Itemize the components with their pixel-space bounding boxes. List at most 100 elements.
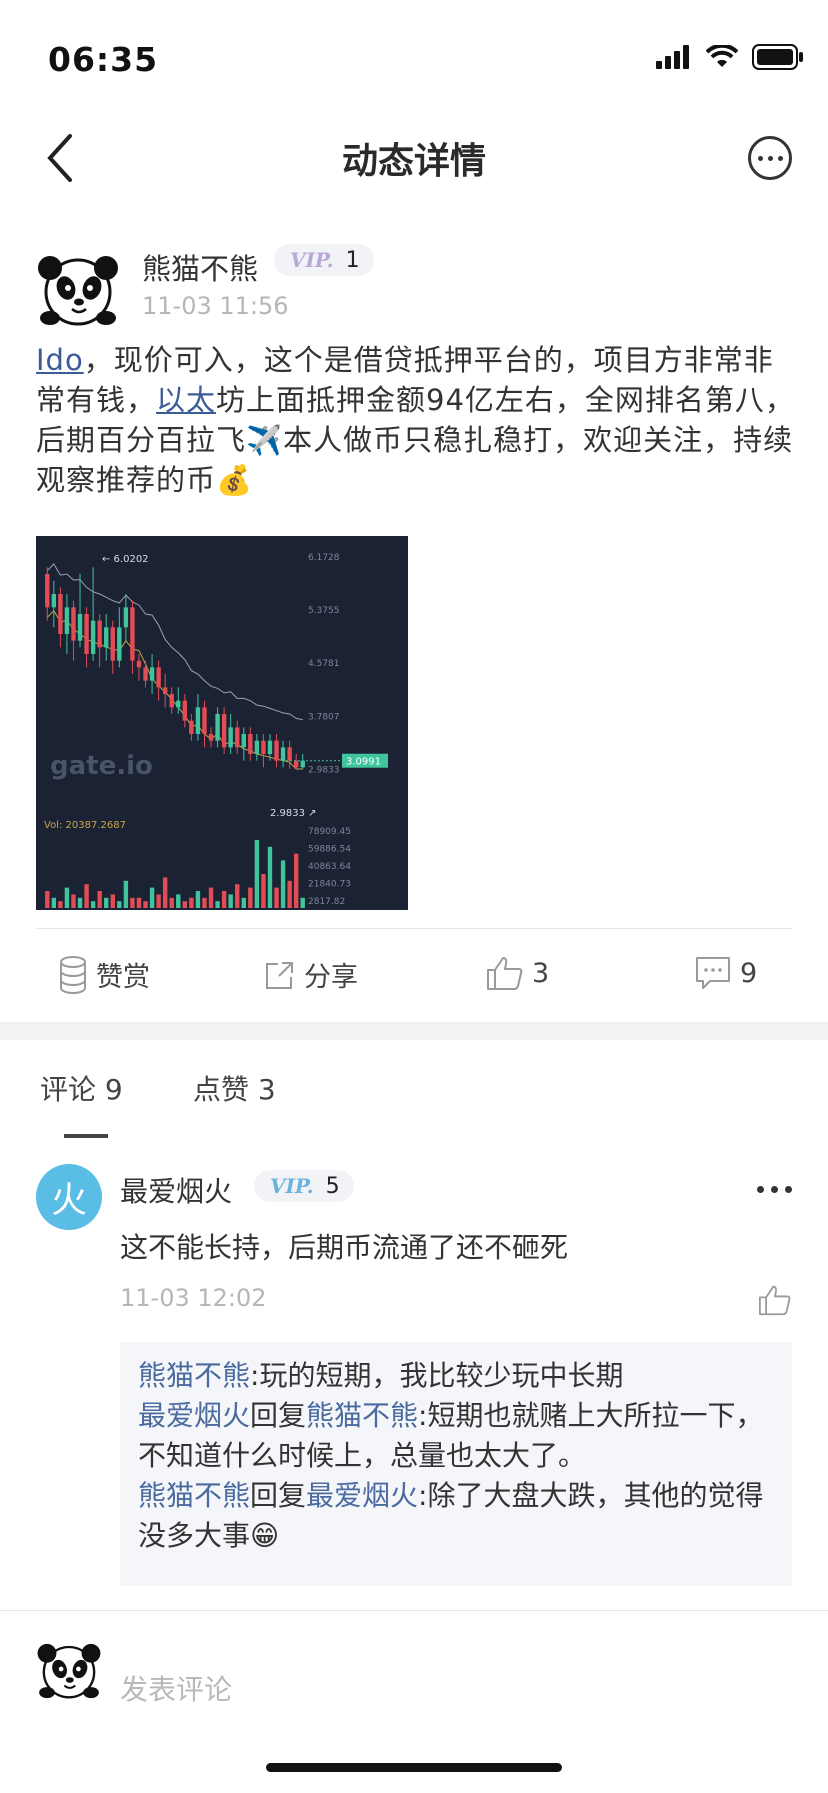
volume-bar — [156, 894, 161, 908]
like-button[interactable]: 3 — [486, 955, 549, 991]
candle-body — [71, 607, 76, 641]
commenter-avatar[interactable]: 火 — [36, 1164, 102, 1230]
divider — [36, 928, 792, 929]
tab-comments[interactable]: 评论 9 — [40, 1068, 123, 1108]
more-options-icon[interactable] — [748, 136, 792, 180]
candle-body — [110, 627, 115, 661]
candle-body — [228, 727, 233, 748]
volume-bar — [71, 894, 76, 908]
candle-body — [202, 707, 207, 734]
volume-bar — [221, 891, 227, 908]
comment-button[interactable]: 9 — [694, 955, 757, 991]
volume-tick-label: 40863.64 — [308, 862, 351, 872]
price-tick-label: 6.1728 — [308, 553, 340, 563]
candle-body — [248, 734, 253, 754]
volume-bar — [136, 897, 142, 908]
post-link[interactable]: Ido — [36, 343, 84, 377]
candle-body — [162, 687, 168, 694]
candle-body — [189, 720, 194, 734]
reward-label: 赞赏 — [96, 962, 150, 993]
reply-target[interactable]: 熊猫不熊 — [306, 1399, 418, 1432]
candle-body — [287, 747, 292, 761]
section-separator — [0, 1022, 828, 1040]
price-tick-label: 3.7807 — [308, 712, 340, 722]
candle-body — [241, 734, 246, 748]
volume-bar — [110, 894, 115, 908]
volume-bar — [293, 853, 299, 908]
volume-bar — [176, 894, 181, 908]
candle-body — [117, 627, 122, 661]
post-author[interactable]: 熊猫不熊 — [142, 246, 258, 288]
candle-body — [97, 620, 102, 648]
candle-body — [274, 740, 279, 761]
candle-body — [104, 627, 109, 648]
candle-body — [176, 700, 181, 708]
volume-bar — [215, 901, 220, 908]
volume-bar — [202, 897, 207, 908]
post-link[interactable]: 以太 — [156, 383, 216, 417]
volume-bar — [169, 897, 174, 908]
volume-bar — [130, 897, 135, 908]
current-price-label: 3.0991 — [346, 757, 381, 768]
price-chart-image[interactable]: 6.1728 5.3755 4.5781 3.7807 2.9833 78909.45 59… — [36, 536, 408, 910]
comment-input[interactable]: 发表评论 — [120, 1668, 232, 1708]
candle-body — [195, 707, 201, 734]
price-tick-label: 2.9833 — [308, 765, 340, 775]
candle-body — [77, 614, 83, 641]
reply-target[interactable]: 最爱烟火 — [306, 1479, 418, 1512]
volume-label: Vol: 20387.2687 — [44, 820, 126, 831]
reply-word: 回复 — [250, 1399, 307, 1432]
comment-author[interactable]: 最爱烟火 — [120, 1170, 232, 1210]
comment-vip-level: 5 — [325, 1173, 340, 1199]
volume-bar — [267, 846, 273, 908]
volume-bar — [182, 901, 188, 908]
volume-bar — [241, 897, 246, 908]
candle-body — [84, 614, 89, 654]
volume-bar — [64, 887, 70, 908]
reply-author[interactable]: 熊猫不熊 — [138, 1479, 250, 1512]
candle-body — [280, 747, 286, 761]
page-title: 动态详情 — [341, 141, 486, 182]
candle-body — [293, 760, 299, 768]
reply-author[interactable]: 熊猫不熊 — [138, 1359, 250, 1392]
volume-tick-label: 21840.73 — [308, 880, 351, 890]
comment-count: 9 — [740, 957, 758, 989]
active-tab-indicator — [64, 1134, 108, 1138]
candle-body — [235, 727, 240, 748]
volume-bar — [90, 901, 96, 908]
candle-body — [123, 607, 129, 628]
volume-tick-label: 2817.82 — [308, 897, 345, 907]
comment-more-icon[interactable] — [757, 1186, 792, 1193]
volume-bar — [189, 897, 194, 908]
comment-like-icon[interactable] — [758, 1284, 792, 1316]
reward-button[interactable]: 赞赏 — [58, 955, 150, 994]
panda-avatar[interactable] — [36, 246, 120, 330]
reply-author[interactable]: 最爱烟火 — [138, 1399, 250, 1432]
home-indicator — [266, 1763, 562, 1772]
volume-bar — [280, 860, 286, 908]
volume-bar — [123, 880, 129, 908]
price-tick-label: 5.3755 — [308, 606, 340, 616]
reply-word: 回复 — [250, 1479, 307, 1512]
candle-body — [215, 714, 220, 741]
share-button[interactable]: 分享 — [264, 955, 358, 994]
volume-bar — [117, 901, 122, 908]
comment-vip-badge: VIP. 5 — [254, 1170, 354, 1202]
tab-likes[interactable]: 点赞 3 — [193, 1068, 276, 1108]
volume-bar — [45, 891, 50, 908]
volume-bar — [287, 880, 292, 908]
volume-bar — [149, 887, 155, 908]
candle-body — [130, 607, 135, 661]
reply-item[interactable]: 熊猫不熊:玩的短期，我比较少玩中长期 — [138, 1356, 774, 1396]
vip-badge: VIP. 1 — [274, 244, 374, 276]
candle-body — [45, 574, 50, 608]
candle-body — [90, 620, 96, 654]
volume-tick-label: 78909.45 — [308, 827, 351, 837]
reply-item[interactable]: 最爱烟火回复熊猫不熊:短期也就赌上大所拉一下，不知道什么时候上，总量也太大了。 — [138, 1396, 774, 1476]
reply-item[interactable]: 熊猫不熊回复最爱烟火:除了大盘大跌，其他的觉得没多大事😁 — [138, 1476, 774, 1556]
candle-body — [143, 667, 148, 681]
volume-bar — [58, 901, 63, 908]
candle-body — [156, 667, 161, 688]
gate-io-watermark: gate.io — [50, 751, 153, 781]
candlestick-chart: 6.1728 5.3755 4.5781 3.7807 2.9833 78909.45 59… — [44, 553, 388, 908]
